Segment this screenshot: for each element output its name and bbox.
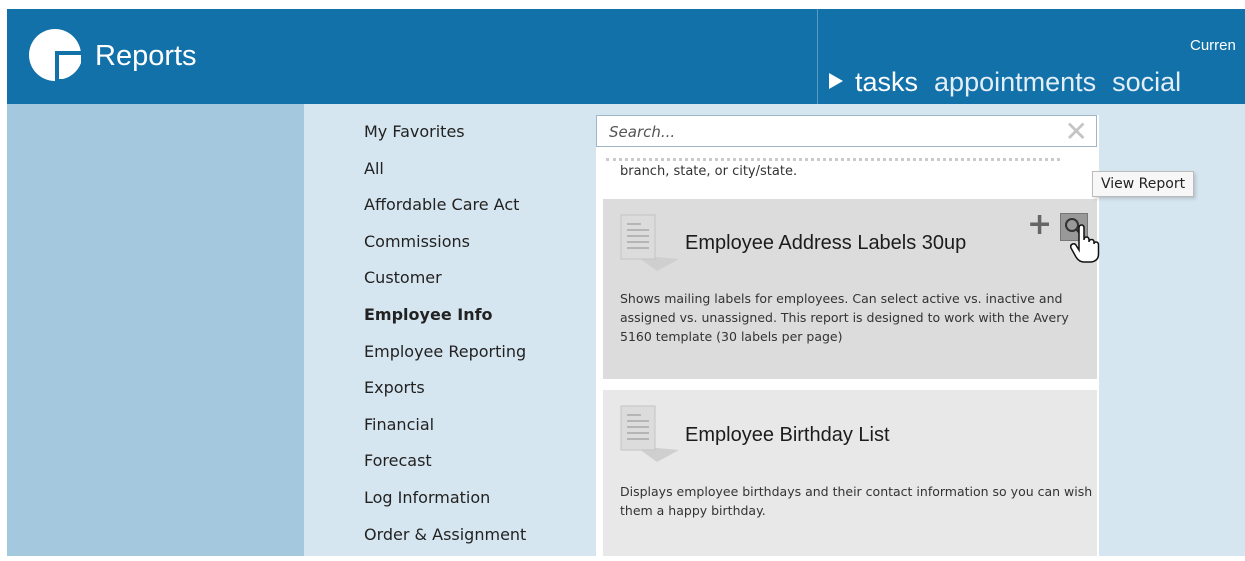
hand-cursor-icon	[1070, 224, 1100, 263]
category-item-employee-reporting[interactable]: Employee Reporting	[364, 342, 526, 379]
add-to-favorites-icon[interactable]: +	[1027, 210, 1052, 240]
report-description: Shows mailing labels for employees. Can …	[620, 291, 1069, 344]
header-nav: tasks appointments social	[829, 67, 1197, 98]
category-item-log-information[interactable]: Log Information	[364, 488, 526, 525]
clear-search-icon[interactable]: ✕	[1065, 118, 1088, 146]
left-sidebar	[7, 104, 304, 556]
header-bar: Reports Curren tasks appointments social	[7, 9, 1245, 104]
report-title[interactable]: Employee Address Labels 30up	[685, 232, 966, 255]
category-item-forecast[interactable]: Forecast	[364, 451, 526, 488]
report-description: Displays employee birthdays and their co…	[620, 484, 1093, 518]
header-divider	[817, 9, 818, 104]
category-item-my-favorites[interactable]: My Favorites	[364, 122, 526, 159]
report-card-birthday-list[interactable]: Employee Birthday List Displays employee…	[603, 390, 1097, 556]
report-document-icon	[620, 214, 679, 271]
previous-result-snippet: branch, state, or city/state.	[606, 152, 1090, 188]
company-logo-icon	[29, 29, 81, 81]
category-list: My Favorites All Affordable Care Act Com…	[364, 122, 526, 561]
category-item-financial[interactable]: Financial	[364, 415, 526, 452]
category-item-affordable-care-act[interactable]: Affordable Care Act	[364, 195, 526, 232]
tab-appointments[interactable]: appointments	[934, 67, 1096, 97]
category-item-commissions[interactable]: Commissions	[364, 232, 526, 269]
category-item-customer[interactable]: Customer	[364, 268, 526, 305]
category-item-all[interactable]: All	[364, 159, 526, 196]
current-label: Curren	[1190, 37, 1236, 54]
tab-tasks[interactable]: tasks	[855, 67, 918, 97]
tab-social[interactable]: social	[1112, 67, 1181, 97]
report-document-icon	[620, 405, 679, 462]
category-item-employee-info[interactable]: Employee Info	[364, 305, 526, 342]
search-box: ✕	[596, 115, 1097, 147]
search-input[interactable]	[607, 121, 1051, 143]
view-report-tooltip: View Report	[1092, 171, 1195, 197]
report-card-address-labels[interactable]: Employee Address Labels 30up + Shows mai…	[603, 199, 1097, 379]
snippet-text: branch, state, or city/state.	[620, 164, 798, 179]
category-item-exports[interactable]: Exports	[364, 378, 526, 415]
app-title: Reports	[95, 40, 197, 72]
play-arrow-icon	[829, 73, 843, 89]
report-title[interactable]: Employee Birthday List	[685, 424, 890, 447]
